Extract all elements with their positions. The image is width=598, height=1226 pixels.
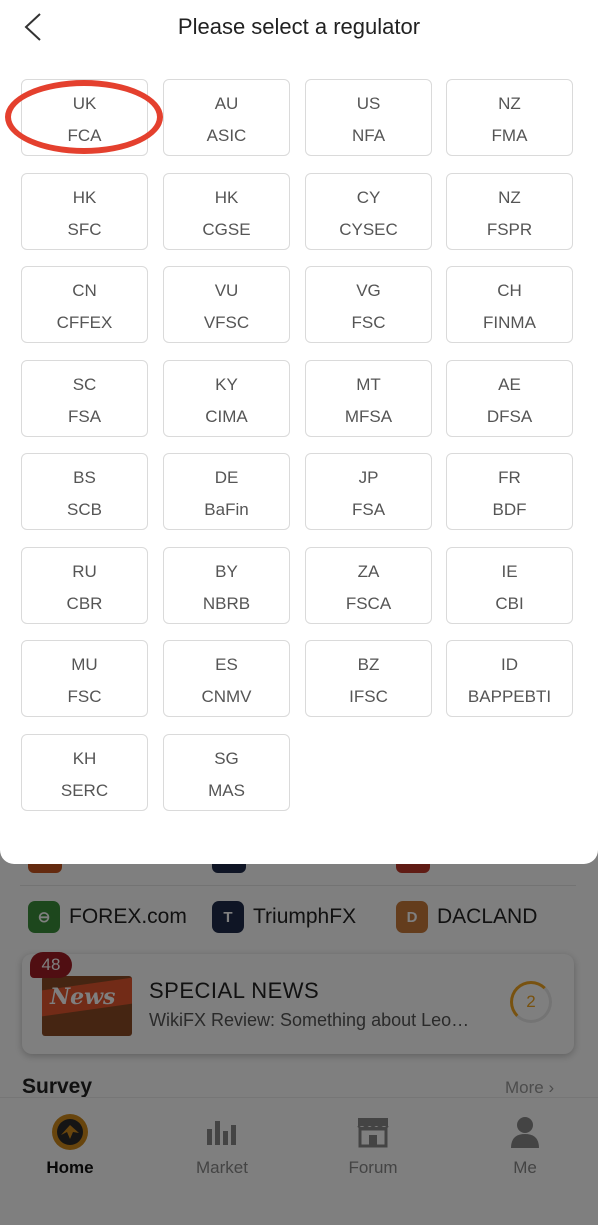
regulator-option-nz-fma[interactable]: NZ FMA — [446, 79, 573, 156]
regulator-option-sc-fsa[interactable]: SC FSA — [21, 360, 148, 437]
regulator-country: AU — [214, 94, 239, 113]
regulator-option-hk-cgse[interactable]: HK CGSE — [163, 173, 290, 250]
regulator-country: VU — [214, 281, 239, 300]
regulator-option-ie-cbi[interactable]: IE CBI — [446, 547, 573, 624]
regulator-option-uk-fca[interactable]: UK FCA — [21, 79, 148, 156]
regulator-country: MU — [71, 655, 98, 674]
regulator-country: UK — [72, 94, 97, 113]
regulator-code: DFSA — [486, 407, 533, 426]
regulator-option-vu-vfsc[interactable]: VU VFSC — [163, 266, 290, 343]
regulator-country: BY — [215, 562, 238, 581]
regulator-code: NFA — [351, 126, 386, 145]
regulator-country: RU — [72, 562, 97, 581]
regulator-country: BZ — [357, 655, 380, 674]
regulator-option-nz-fspr[interactable]: NZ FSPR — [446, 173, 573, 250]
regulator-code: BaFin — [204, 500, 249, 519]
page-title: Please select a regulator — [177, 14, 421, 39]
regulator-code: FINMA — [483, 313, 536, 332]
regulator-code: BDF — [492, 500, 527, 519]
regulator-country: JP — [358, 468, 379, 487]
regulator-option-ky-cima[interactable]: KY CIMA — [163, 360, 290, 437]
regulator-option-bz-ifsc[interactable]: BZ IFSC — [305, 640, 432, 717]
regulator-country: VG — [356, 281, 381, 300]
regulator-country: CY — [356, 188, 381, 207]
regulator-selection-sheet: Please select a regulator UK FCA AU ASIC US N… — [0, 0, 598, 864]
regulator-code: FSPR — [486, 220, 533, 239]
regulator-option-by-nbrb[interactable]: BY NBRB — [163, 547, 290, 624]
regulator-option-ae-dfsa[interactable]: AE DFSA — [446, 360, 573, 437]
regulator-option-id-bappebti[interactable]: ID BAPPEBTI — [446, 640, 573, 717]
regulator-code: CBR — [66, 594, 103, 613]
regulator-option-cy-cysec[interactable]: CY CYSEC — [305, 173, 432, 250]
regulator-option-au-asic[interactable]: AU ASIC — [163, 79, 290, 156]
regulator-country: SG — [214, 749, 239, 768]
regulator-code: CIMA — [205, 407, 248, 426]
regulator-code: BAPPEBTI — [467, 687, 552, 706]
regulator-country: NZ — [498, 188, 521, 207]
regulator-country: HK — [214, 188, 239, 207]
regulator-country: HK — [72, 188, 97, 207]
regulator-option-hk-sfc[interactable]: HK SFC — [21, 173, 148, 250]
regulator-option-mu-fsc[interactable]: MU FSC — [21, 640, 148, 717]
regulator-code: CFFEX — [56, 313, 113, 332]
regulator-code: FSCA — [345, 594, 392, 613]
regulator-country: KH — [72, 749, 97, 768]
regulator-code: SFC — [67, 220, 102, 239]
regulator-country: CH — [497, 281, 522, 300]
regulator-country: BS — [73, 468, 96, 487]
regulator-option-vg-fsc[interactable]: VG FSC — [305, 266, 432, 343]
regulator-country: SC — [72, 375, 97, 394]
regulator-code: FSC — [67, 687, 102, 706]
regulator-option-de-bafin[interactable]: DE BaFin — [163, 453, 290, 530]
regulator-option-ch-finma[interactable]: CH FINMA — [446, 266, 573, 343]
regulator-country: DE — [214, 468, 239, 487]
regulator-country: FR — [498, 468, 521, 487]
regulator-code: CGSE — [202, 220, 251, 239]
regulator-code: CBI — [495, 594, 524, 613]
regulator-option-bs-scb[interactable]: BS SCB — [21, 453, 148, 530]
regulator-code: SCB — [67, 500, 102, 519]
regulator-option-es-cnmv[interactable]: ES CNMV — [163, 640, 290, 717]
regulator-code: MFSA — [344, 407, 393, 426]
regulator-code: NBRB — [202, 594, 251, 613]
regulator-country: NZ — [498, 94, 521, 113]
regulator-option-za-fsca[interactable]: ZA FSCA — [305, 547, 432, 624]
regulator-code: FSA — [67, 407, 102, 426]
regulator-option-us-nfa[interactable]: US NFA — [305, 79, 432, 156]
regulator-code: FMA — [491, 126, 528, 145]
regulator-country: ZA — [357, 562, 380, 581]
regulator-option-mt-mfsa[interactable]: MT MFSA — [305, 360, 432, 437]
regulator-code: FSA — [351, 500, 386, 519]
regulator-code: SERC — [60, 781, 109, 800]
regulator-option-jp-fsa[interactable]: JP FSA — [305, 453, 432, 530]
regulator-code: FCA — [67, 126, 102, 145]
regulator-country: MT — [356, 375, 381, 394]
regulator-option-fr-bdf[interactable]: FR BDF — [446, 453, 573, 530]
regulator-country: ID — [501, 655, 518, 674]
regulator-country: KY — [215, 375, 238, 394]
regulator-code: MAS — [208, 781, 245, 800]
regulator-option-cn-cffex[interactable]: CN CFFEX — [21, 266, 148, 343]
regulator-code: VFSC — [203, 313, 250, 332]
regulator-code: CYSEC — [339, 220, 398, 239]
regulator-country: IE — [501, 562, 518, 581]
regulator-country: US — [356, 94, 381, 113]
regulator-option-kh-serc[interactable]: KH SERC — [21, 734, 148, 811]
regulator-option-sg-mas[interactable]: SG MAS — [163, 734, 290, 811]
regulator-option-ru-cbr[interactable]: RU CBR — [21, 547, 148, 624]
regulator-code: IFSC — [349, 687, 388, 706]
regulator-country: AE — [498, 375, 521, 394]
regulator-code: CNMV — [201, 687, 252, 706]
regulator-code: FSC — [351, 313, 386, 332]
regulator-code: ASIC — [206, 126, 247, 145]
regulator-country: CN — [72, 281, 97, 300]
regulator-country: ES — [215, 655, 238, 674]
